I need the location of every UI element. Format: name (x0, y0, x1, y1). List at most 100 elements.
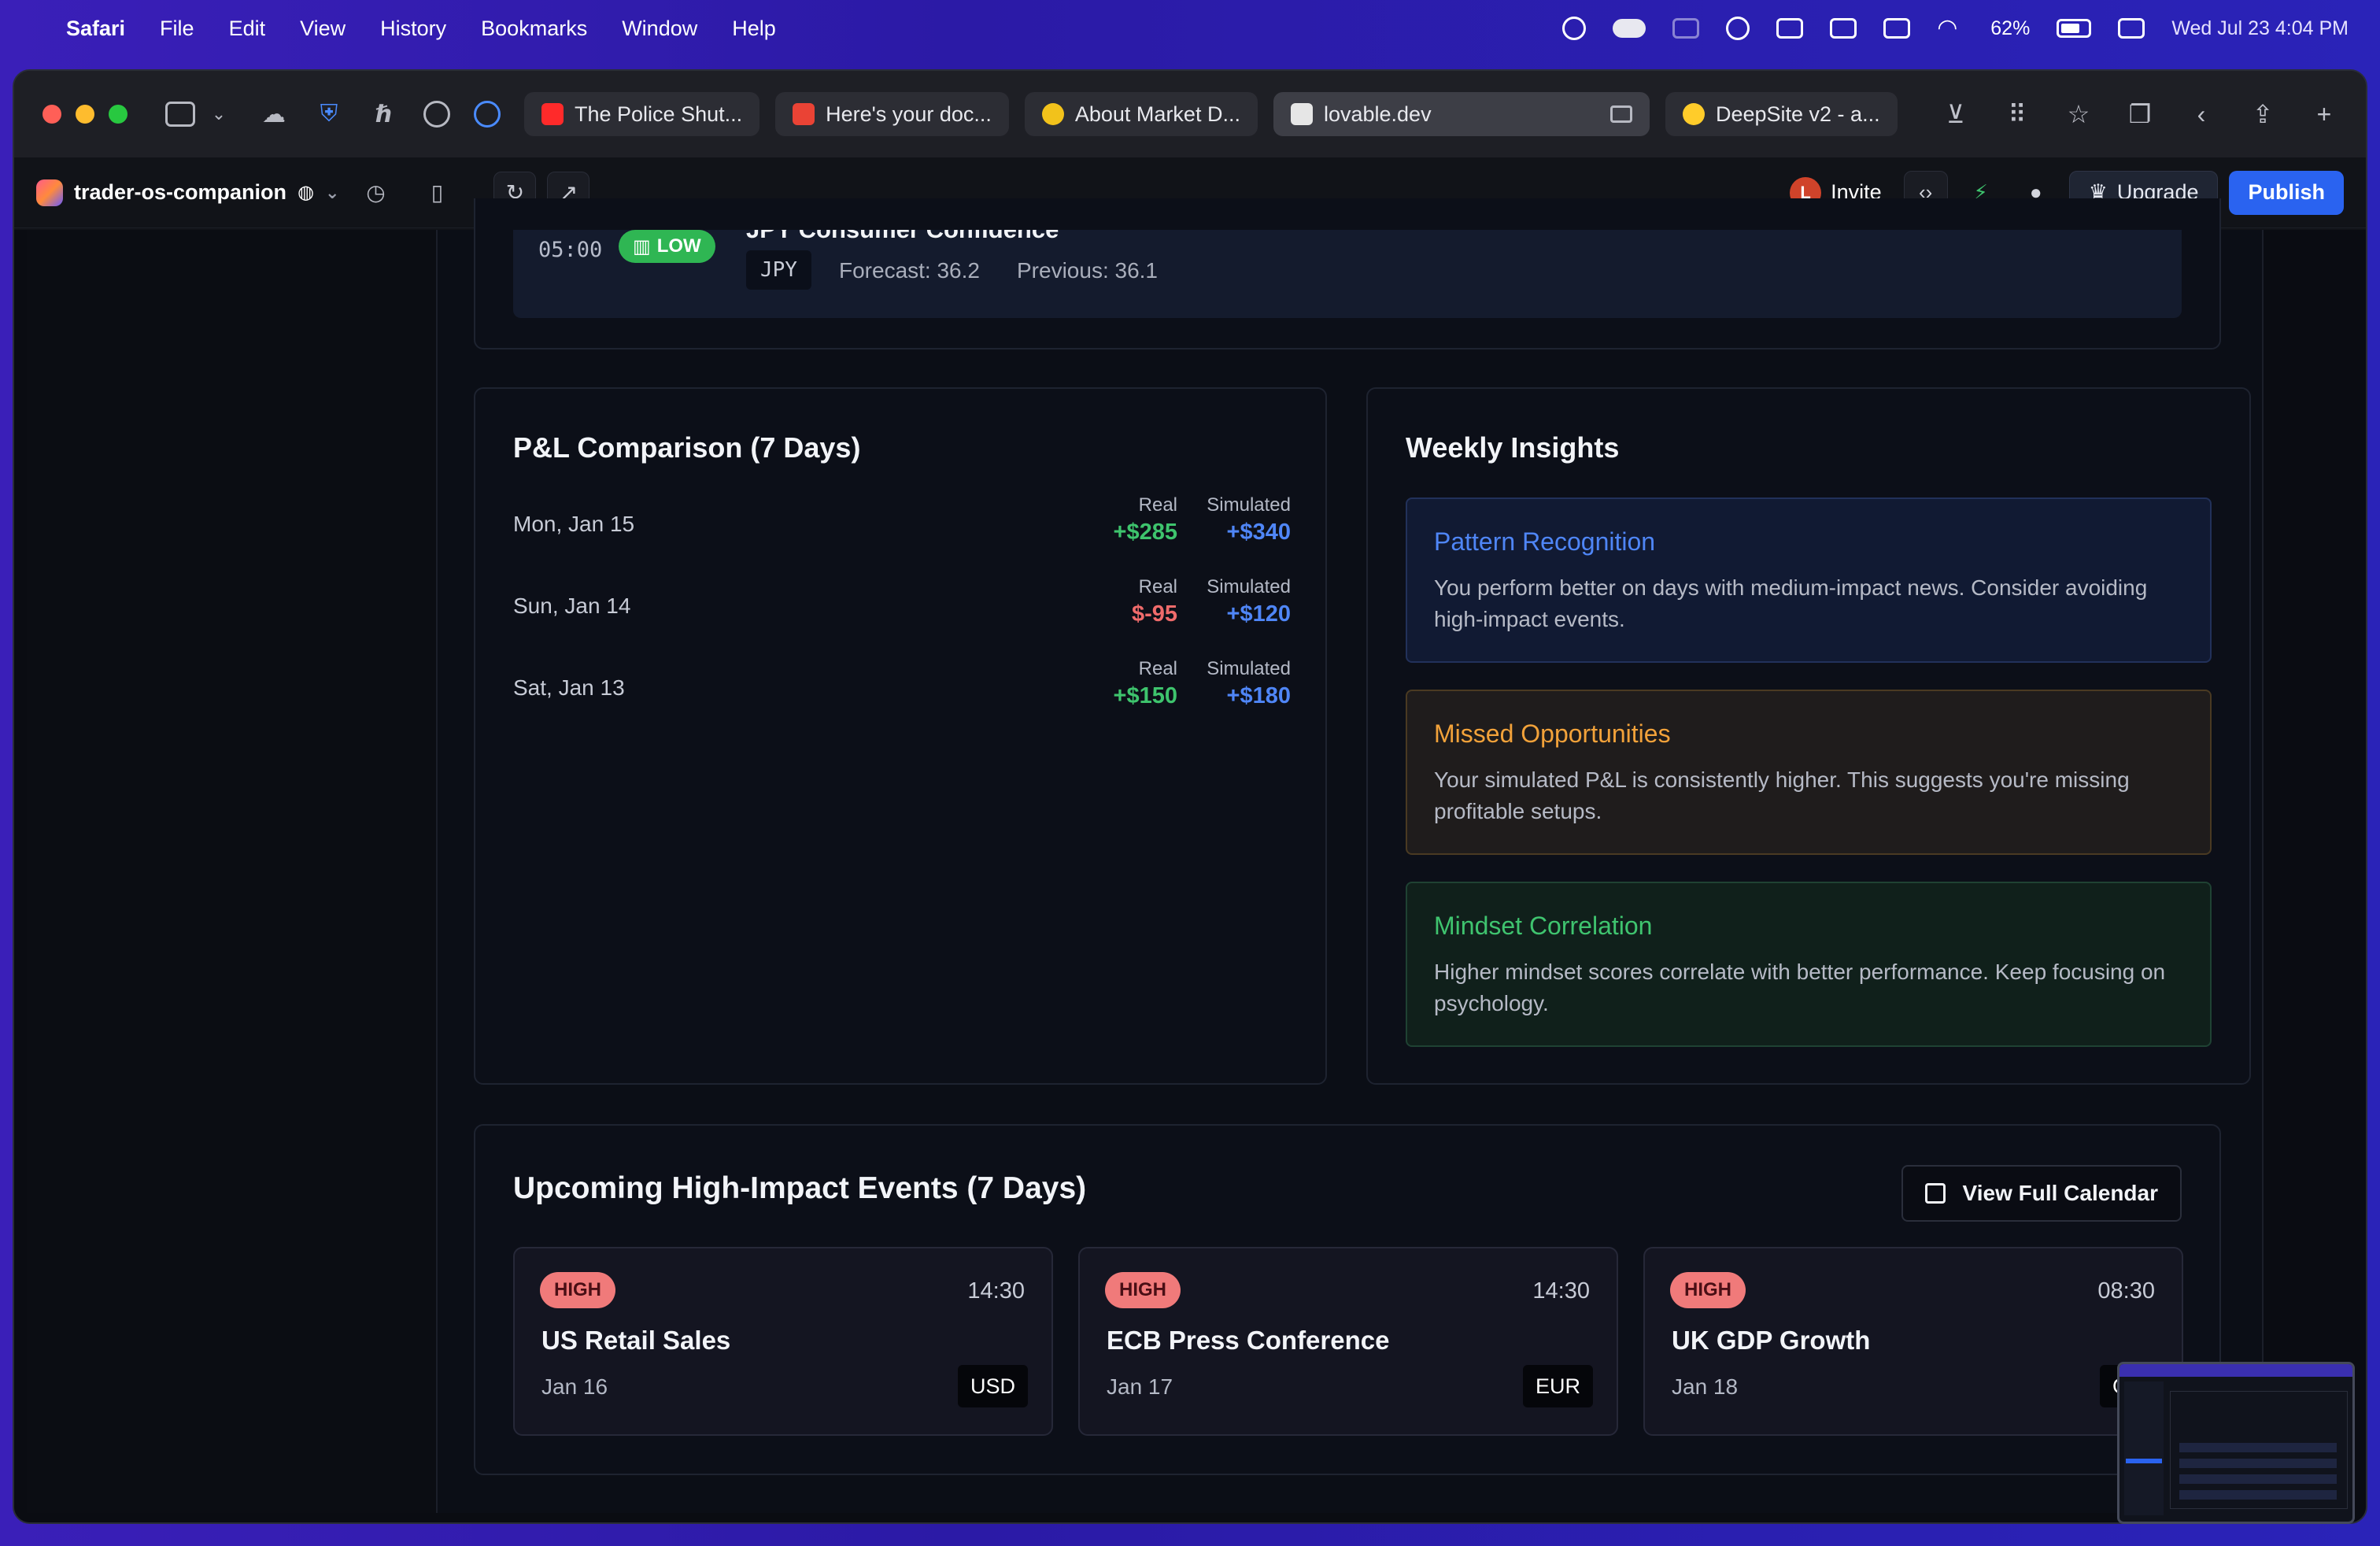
insight-missed-opportunities: Missed Opportunities Your simulated P&L … (1406, 690, 2212, 855)
panel-toggle-icon[interactable]: ▯ (419, 176, 454, 210)
h-extension-icon[interactable]: ℏ (368, 98, 400, 130)
insight-title: Missed Opportunities (1434, 719, 1671, 748)
browser-window: ⌄ ☁ ⛨ ℏ The Police Shut... Here's your d… (13, 69, 2367, 1524)
simulated-label: Simulated (1207, 576, 1291, 597)
tab-lovable[interactable]: lovable.dev (1273, 92, 1650, 136)
forecast-value: Forecast: 36.2 (839, 258, 980, 283)
simulated-value: +$120 (1226, 601, 1291, 627)
real-value: +$285 (1113, 520, 1177, 545)
insight-title: Pattern Recognition (1434, 527, 1656, 556)
event-date: Jan 16 (541, 1374, 608, 1399)
tab-youtube[interactable]: The Police Shut... (524, 92, 760, 136)
menu-help[interactable]: Help (732, 17, 776, 41)
event-name: ECB Press Conference (1107, 1326, 1390, 1355)
cloud-icon[interactable] (1613, 19, 1646, 38)
tab-gmail[interactable]: Here's your doc... (775, 92, 1009, 136)
upcoming-events-card: Upcoming High-Impact Events (7 Days) Vie… (474, 1124, 2221, 1475)
history-icon[interactable]: ◷ (358, 176, 393, 210)
icloud-tabs-icon[interactable]: ☁ (258, 98, 290, 130)
close-window-button[interactable] (42, 105, 61, 124)
minimize-window-button[interactable] (76, 105, 94, 124)
record-icon[interactable] (423, 101, 450, 128)
insight-text: Higher mindset scores correlate with bet… (1434, 960, 2166, 1015)
menu-window[interactable]: Window (622, 17, 697, 41)
publish-button[interactable]: Publish (2229, 170, 2344, 215)
impact-badge: HIGH (540, 1272, 615, 1308)
menu-view[interactable]: View (300, 17, 346, 41)
screen-mirror-icon[interactable] (1672, 18, 1700, 39)
lovable-logo-icon (36, 179, 63, 206)
menu-file[interactable]: File (160, 17, 194, 41)
thumbnail-bar-4 (2179, 1490, 2337, 1500)
menu-edit[interactable]: Edit (229, 17, 266, 41)
wifi-icon[interactable]: ◠ (1937, 17, 1964, 40)
card-title: P&L Comparison (7 Days) (513, 431, 861, 464)
pl-date: Mon, Jan 15 (513, 512, 635, 536)
keyboard-icon[interactable] (1883, 18, 1911, 39)
app-main: 05:00 ▥ LOW JPY Consumer Confidence JPY … (438, 198, 2264, 1513)
thumbnail-sidebar (2124, 1381, 2164, 1515)
card-title: Weekly Insights (1406, 431, 1620, 464)
simulated-value: +$180 (1226, 683, 1291, 708)
tab-deepsite[interactable]: DeepSite v2 - a... (1665, 92, 1898, 136)
chevron-down-icon: ⌄ (324, 182, 340, 202)
chevron-down-icon[interactable]: ⌄ (203, 98, 235, 130)
play-icon[interactable] (1726, 17, 1750, 40)
menu-bookmarks[interactable]: Bookmarks (481, 17, 587, 41)
clock[interactable]: Wed Jul 23 4:04 PM (2171, 17, 2349, 40)
impact-label: LOW (656, 235, 701, 257)
copy-icon[interactable]: ❐ (2127, 100, 2153, 128)
battery-icon[interactable] (2057, 19, 2092, 38)
real-label: Real (1138, 494, 1177, 516)
pl-row: Sun, Jan 14 Real $-95 Simulated +$120 (513, 576, 1291, 647)
layers-icon[interactable] (1562, 17, 1587, 40)
currency-tag: EUR (1522, 1365, 1593, 1407)
event-date: Jan 17 (1107, 1374, 1173, 1399)
control-center-icon[interactable] (2118, 18, 2145, 39)
event-title: JPY Consumer Confidence (746, 216, 1059, 243)
real-label: Real (1138, 658, 1177, 679)
tab-market[interactable]: About Market D... (1024, 92, 1258, 136)
impact-badge: ▥ LOW (619, 230, 715, 263)
battery-percent: 62% (1990, 17, 2031, 39)
gmail-icon (793, 103, 815, 125)
share-icon[interactable]: ⇪ (2249, 100, 2276, 128)
insight-title: Mindset Correlation (1434, 912, 1653, 940)
new-tab-icon[interactable]: + (2311, 100, 2338, 128)
event-row[interactable]: 05:00 ▥ LOW JPY Consumer Confidence JPY … (513, 230, 2182, 318)
simulated-label: Simulated (1207, 494, 1291, 516)
thumbnail-bar-3 (2179, 1474, 2337, 1484)
sidebar-toggle-icon[interactable] (165, 102, 195, 127)
lovable-icon (1290, 103, 1313, 125)
zoom-window-button[interactable] (109, 105, 128, 124)
view-full-calendar-button[interactable]: View Full Calendar (1901, 1165, 2182, 1222)
event-card[interactable]: HIGH 08:30 UK GDP Growth Jan 18 G (1643, 1247, 2183, 1436)
event-card[interactable]: HIGH 14:30 ECB Press Conference Jan 17 E… (1078, 1247, 1618, 1436)
compass-icon[interactable] (474, 101, 501, 128)
menu-history[interactable]: History (380, 17, 446, 41)
download-icon[interactable]: ⊻ (1942, 100, 1969, 128)
shield-icon[interactable]: ⛨ (313, 98, 345, 130)
economic-calendar-card: 05:00 ▥ LOW JPY Consumer Confidence JPY … (474, 198, 2221, 350)
star-icon[interactable]: ☆ (2065, 100, 2092, 128)
app-sidebar (27, 230, 438, 1513)
grid-icon[interactable]: ⠿ (2004, 100, 2031, 128)
simulated-label: Simulated (1207, 658, 1291, 679)
thumbnail-bar-1 (2179, 1443, 2337, 1452)
pl-row: Mon, Jan 15 Real +$285 Simulated +$340 (513, 494, 1291, 565)
event-time: 08:30 (2097, 1278, 2155, 1304)
airpods-icon[interactable] (1830, 18, 1857, 39)
screenshot-thumbnail[interactable] (2117, 1362, 2355, 1524)
real-value: +$150 (1113, 683, 1177, 708)
emoji-icon (1041, 103, 1064, 125)
menu-bar: Safari File Edit View History Bookmarks … (0, 0, 2380, 57)
menu-safari[interactable]: Safari (66, 17, 125, 41)
project-selector[interactable]: trader-os-companion ◍ ⌄ (36, 179, 339, 206)
memory-icon[interactable] (1776, 18, 1804, 39)
back-icon[interactable]: ‹ (2188, 100, 2215, 128)
event-time: 05:00 (538, 238, 603, 262)
real-value: $-95 (1131, 601, 1177, 627)
picture-in-picture-icon[interactable] (1609, 105, 1632, 123)
event-card[interactable]: HIGH 14:30 US Retail Sales Jan 16 USD (513, 1247, 1053, 1436)
youtube-icon (541, 103, 564, 125)
